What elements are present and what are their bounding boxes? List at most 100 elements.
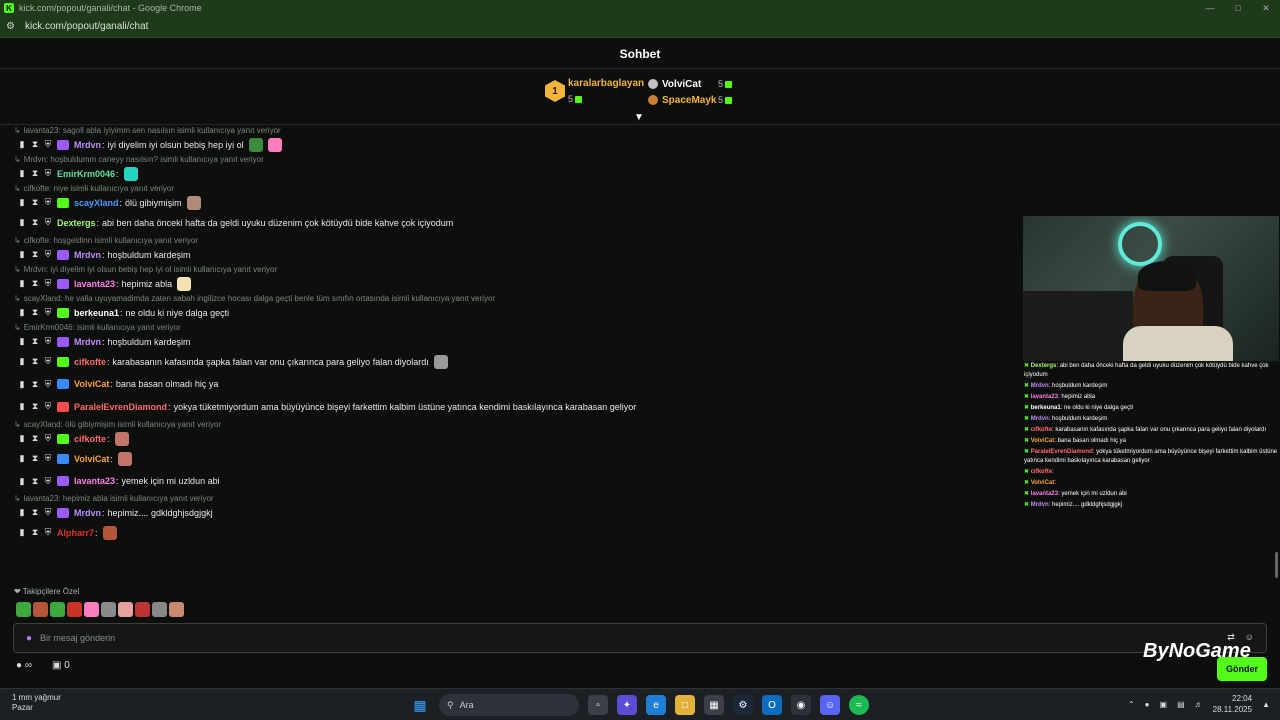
chat-username[interactable]: lavanta23 bbox=[74, 279, 115, 289]
message-input[interactable] bbox=[40, 633, 1141, 643]
emote-picker-icon[interactable] bbox=[135, 602, 150, 617]
chat-message[interactable]: ▮ ⧗ ⛨ VolviCat: bbox=[14, 447, 1004, 470]
taskbar-search[interactable]: ⚲ Ara bbox=[439, 694, 579, 716]
chat-emote-icon[interactable] bbox=[433, 354, 448, 369]
timeout-icon[interactable]: ⧗ bbox=[31, 476, 39, 487]
chat-message[interactable]: ▮ ⧗ ⛨ cifkofte: bbox=[14, 430, 1004, 447]
tray-chevron-icon[interactable]: ⌃ bbox=[1128, 700, 1135, 709]
chat-username[interactable]: cifkofte bbox=[74, 434, 106, 444]
chat-username[interactable]: Mrdvn bbox=[74, 337, 101, 347]
delete-icon[interactable]: ▮ bbox=[18, 453, 26, 464]
ban-icon[interactable]: ⛨ bbox=[44, 336, 52, 347]
ban-icon[interactable]: ⛨ bbox=[44, 507, 52, 518]
delete-icon[interactable]: ▮ bbox=[18, 379, 26, 390]
tray-mic-icon[interactable]: ● bbox=[1145, 700, 1150, 709]
timeout-icon[interactable]: ⧗ bbox=[31, 453, 39, 464]
timeout-icon[interactable]: ⧗ bbox=[31, 197, 39, 208]
timeout-icon[interactable]: ⧗ bbox=[31, 249, 39, 260]
emote-picker-icon[interactable] bbox=[84, 602, 99, 617]
chat-emote-icon[interactable] bbox=[114, 431, 129, 446]
delete-icon[interactable]: ▮ bbox=[18, 278, 26, 289]
chrome-icon[interactable]: ◉ bbox=[791, 695, 811, 715]
emote-picker-icon[interactable] bbox=[16, 602, 31, 617]
emote-picker-icon[interactable] bbox=[67, 602, 82, 617]
delete-icon[interactable]: ▮ bbox=[18, 168, 26, 179]
chat-message[interactable]: ▮ ⧗ ⛨ Mrdvn: hoşbuldum kardeşim bbox=[14, 246, 1004, 263]
delete-icon[interactable]: ▮ bbox=[18, 217, 26, 228]
chat-emote-icon[interactable] bbox=[248, 137, 263, 152]
ban-icon[interactable]: ⛨ bbox=[44, 197, 52, 208]
chat-username[interactable]: scayXland bbox=[74, 198, 119, 208]
chat-emote-icon[interactable] bbox=[123, 166, 138, 181]
tray-volume-icon[interactable]: ♬ bbox=[1195, 700, 1203, 709]
ban-icon[interactable]: ⛨ bbox=[44, 307, 52, 318]
send-button[interactable]: Gönder bbox=[1217, 657, 1267, 681]
discord-icon[interactable]: ☺ bbox=[820, 695, 840, 715]
site-settings-icon[interactable]: ⚙ bbox=[6, 21, 20, 32]
delete-icon[interactable]: ▮ bbox=[18, 249, 26, 260]
reply-context[interactable]: ↳ lavanta23: sagoll abla iyiyimm sen nası… bbox=[14, 126, 1004, 136]
ban-icon[interactable]: ⛨ bbox=[44, 249, 52, 260]
chat-message[interactable]: ▮ ⧗ ⛨ VolviCat: bana basan olmadı hiç ya bbox=[14, 373, 1004, 395]
address-bar[interactable]: ⚙ kick.com/popout/ganali/chat bbox=[0, 16, 1280, 38]
emote-picker-icon[interactable] bbox=[101, 602, 116, 617]
leaderboard-first[interactable]: 1 karalarbaglayan 5 bbox=[545, 78, 644, 107]
chat-message[interactable]: ▮ ⧗ ⛨ Mrdvn: iyi diyelim iyi olsun bebiş hep… bbox=[14, 136, 1004, 153]
chat-username[interactable]: Mrdvn bbox=[74, 140, 101, 150]
emote-picker-icon[interactable] bbox=[169, 602, 184, 617]
timeout-icon[interactable]: ⧗ bbox=[31, 278, 39, 289]
chat-message[interactable]: ▮ ⧗ ⛨ Mrdvn: hepimiz.... gdkldghjsdgjgkj bbox=[14, 504, 1004, 521]
ban-icon[interactable]: ⛨ bbox=[44, 527, 52, 538]
windows-start-icon[interactable]: ▦ bbox=[410, 695, 430, 715]
delete-icon[interactable]: ▮ bbox=[18, 307, 26, 318]
chat-emote-icon[interactable] bbox=[117, 451, 132, 466]
timeout-icon[interactable]: ⧗ bbox=[31, 336, 39, 347]
chat-emote-icon[interactable] bbox=[186, 195, 201, 210]
reply-context[interactable]: ↳ EmirKrm0046: isimli kullanıcıya yanıt v… bbox=[14, 323, 1004, 333]
leaderboard-third[interactable]: SpaceMayk 5 bbox=[648, 92, 733, 108]
chat-message[interactable]: ▮ ⧗ ⛨ cifkofte: karabasanın kafasında şapka … bbox=[14, 350, 1004, 373]
ban-icon[interactable]: ⛨ bbox=[44, 139, 52, 150]
reply-context[interactable]: ↳ cifkofte: niye isimli kullanıcıya yanıt… bbox=[14, 184, 1004, 194]
ban-icon[interactable]: ⛨ bbox=[44, 379, 52, 390]
delete-icon[interactable]: ▮ bbox=[18, 476, 26, 487]
delete-icon[interactable]: ▮ bbox=[18, 401, 26, 412]
file-explorer-icon[interactable]: □ bbox=[675, 695, 695, 715]
ban-icon[interactable]: ⛨ bbox=[44, 356, 52, 367]
delete-icon[interactable]: ▮ bbox=[18, 433, 26, 444]
chat-username[interactable]: Mrdvn bbox=[74, 508, 101, 518]
reply-context[interactable]: ↳ cifkofte: hoşgeldinn isimli kullanıcıya… bbox=[14, 236, 1004, 246]
delete-icon[interactable]: ▮ bbox=[18, 139, 26, 150]
scrollbar-thumb[interactable] bbox=[1275, 552, 1278, 578]
chat-message[interactable]: ▮ ⧗ ⛨ EmirKrm0046: bbox=[14, 165, 1004, 182]
chat-username[interactable]: lavanta23 bbox=[74, 476, 115, 486]
emote-picker-icon[interactable] bbox=[33, 602, 48, 617]
chat-username[interactable]: berkeuna1 bbox=[74, 308, 119, 318]
tray-display-icon[interactable]: ▣ bbox=[1160, 700, 1168, 709]
timeout-icon[interactable]: ⧗ bbox=[31, 379, 39, 390]
steam-icon[interactable]: ⚙ bbox=[733, 695, 753, 715]
spotify-icon[interactable]: ≈ bbox=[849, 695, 869, 715]
copilot-icon[interactable]: ✦ bbox=[617, 695, 637, 715]
gift-indicator[interactable]: ▣ 0 bbox=[52, 660, 70, 671]
chat-username[interactable]: VolviCat bbox=[74, 454, 109, 464]
ban-icon[interactable]: ⛨ bbox=[44, 433, 52, 444]
ban-icon[interactable]: ⛨ bbox=[44, 168, 52, 179]
edge-icon[interactable]: e bbox=[646, 695, 666, 715]
chat-message[interactable]: ▮ ⧗ ⛨ ParalelEvrenDiamond: yokya tüketmiyord… bbox=[14, 395, 1004, 418]
weather-widget[interactable]: 1 mm yağmur Pazar bbox=[12, 693, 61, 713]
reply-context[interactable]: ↳ Mrdvn: hoşbuldumm caneyy nasılsın? isim… bbox=[14, 155, 1004, 165]
minimize-button[interactable]: — bbox=[1196, 0, 1224, 16]
chat-username[interactable]: EmirKrm0046 bbox=[57, 169, 115, 179]
emote-picker-icon[interactable] bbox=[152, 602, 167, 617]
chat-username[interactable]: ParalelEvrenDiamond bbox=[74, 402, 167, 412]
chat-username[interactable]: cifkofte bbox=[74, 357, 106, 367]
delete-icon[interactable]: ▮ bbox=[18, 527, 26, 538]
ban-icon[interactable]: ⛨ bbox=[44, 453, 52, 464]
maximize-button[interactable]: □ bbox=[1224, 0, 1252, 16]
chat-username[interactable]: Mrdvn bbox=[74, 250, 101, 260]
close-button[interactable]: ✕ bbox=[1252, 0, 1280, 16]
delete-icon[interactable]: ▮ bbox=[18, 336, 26, 347]
message-input-box[interactable]: ● ⇄ ☺ bbox=[13, 623, 1267, 653]
system-clock[interactable]: 22:04 28.11.2025 bbox=[1213, 693, 1252, 715]
